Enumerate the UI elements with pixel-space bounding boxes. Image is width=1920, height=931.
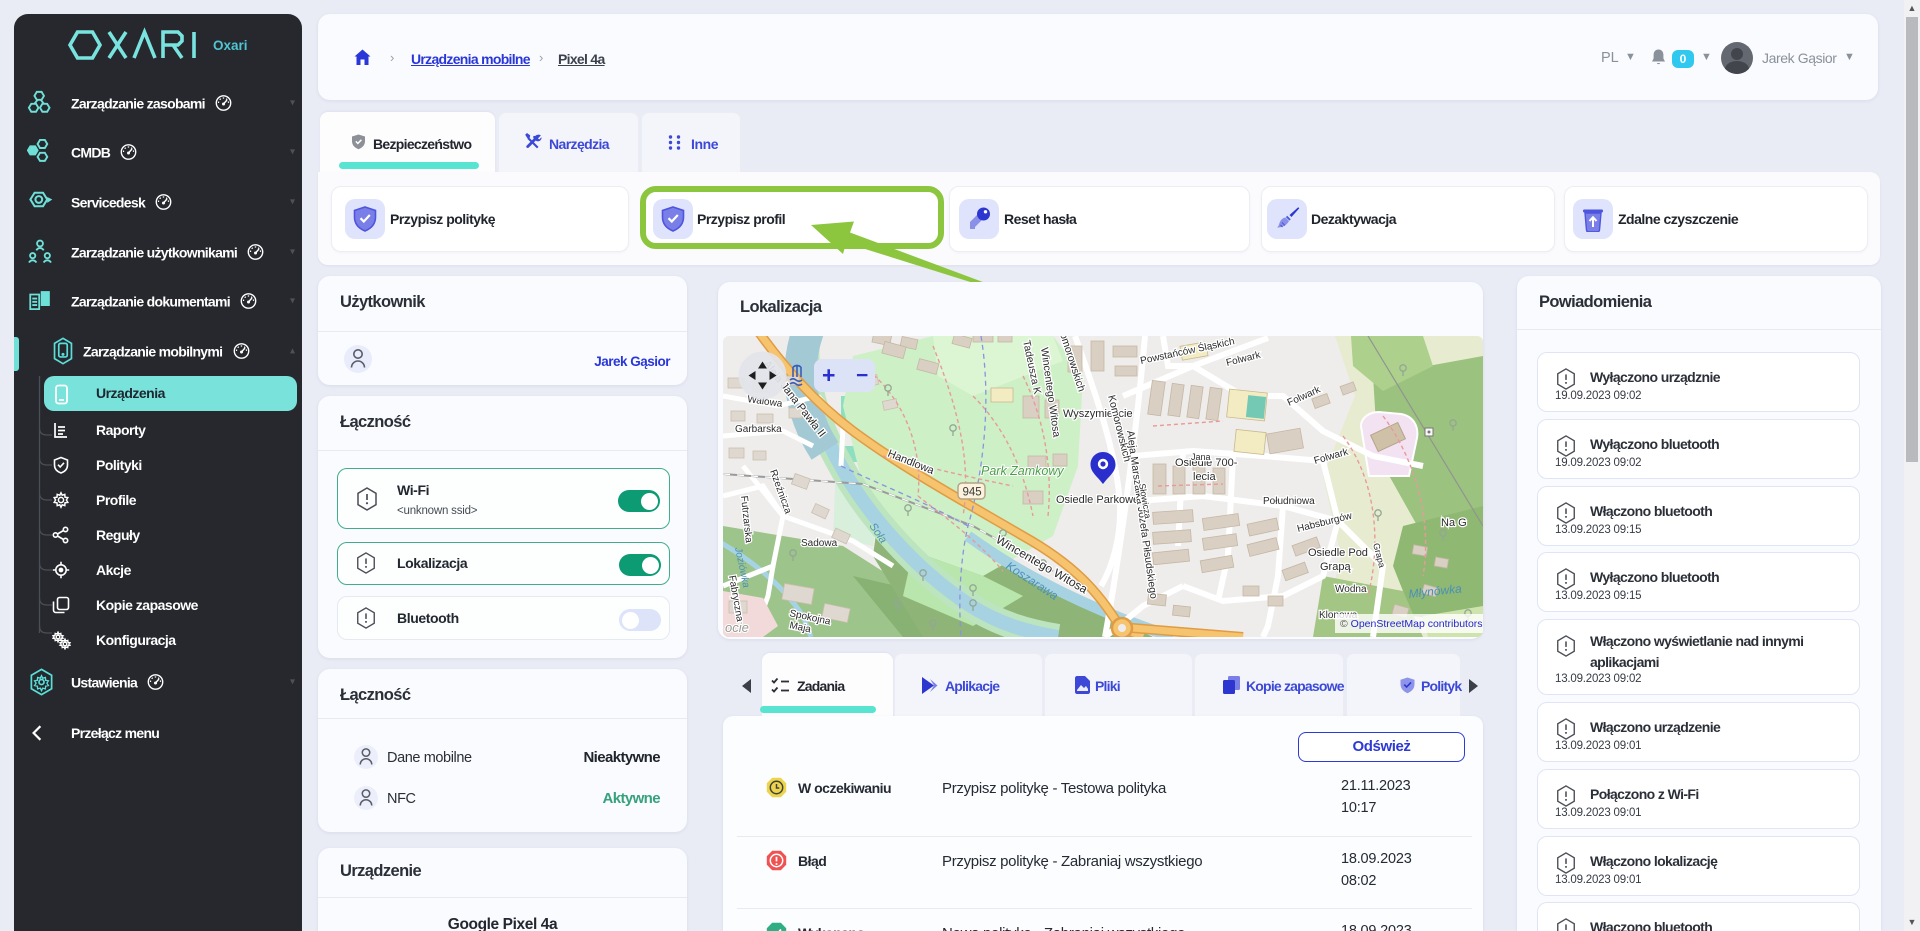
- svg-text:Jana: Jana: [1191, 452, 1211, 462]
- svg-text:Grapą: Grapą: [1320, 561, 1351, 573]
- svg-text:−: −: [856, 364, 868, 387]
- svg-text:Osiedle Pod: Osiedle Pod: [1308, 547, 1368, 559]
- svg-text:Na G: Na G: [1441, 517, 1467, 529]
- svg-text:945: 945: [963, 487, 982, 499]
- svg-text:lecia: lecia: [1193, 471, 1217, 483]
- svg-text:Park Zamkowy: Park Zamkowy: [981, 464, 1064, 478]
- svg-text:Południowa: Południowa: [1263, 496, 1315, 507]
- svg-text:ocie: ocie: [725, 620, 749, 635]
- svg-text:© OpenStreetMap contributors: © OpenStreetMap contributors: [1340, 618, 1483, 630]
- svg-text:+: +: [822, 362, 835, 388]
- svg-text:Wodna: Wodna: [1335, 584, 1367, 595]
- svg-text:Osiedle Parkowe: Osiedle Parkowe: [1056, 494, 1139, 506]
- svg-text:Sadowa: Sadowa: [801, 538, 838, 549]
- svg-text:Garbarska: Garbarska: [735, 424, 782, 435]
- svg-text:Oxari: Oxari: [213, 38, 248, 53]
